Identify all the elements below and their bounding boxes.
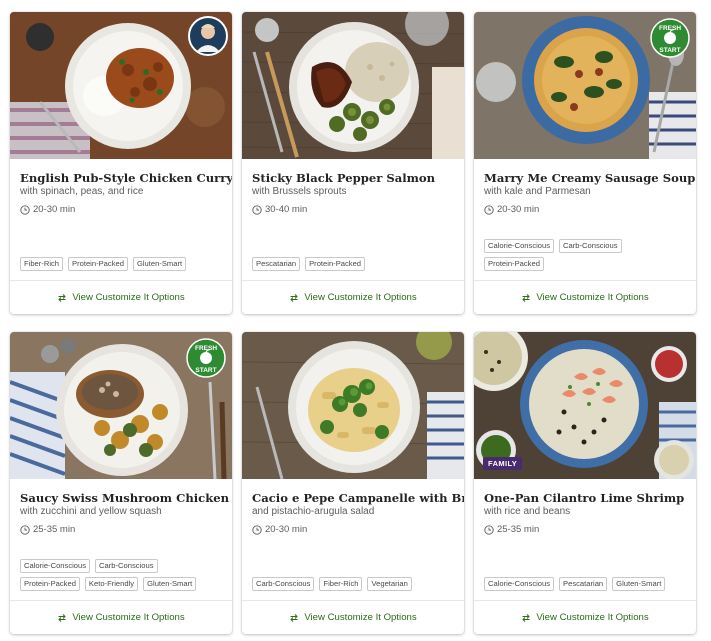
fresh-start-badge: FRESH START xyxy=(186,338,226,378)
customize-options-label: View Customize It Options xyxy=(72,292,185,303)
recipe-title[interactable]: One-Pan Cilantro Lime Shrimp xyxy=(484,491,686,505)
tag: Pescatarian xyxy=(559,577,608,591)
tag: Gluten-Smart xyxy=(143,577,197,591)
fresh-start-badge: FRESH START xyxy=(650,18,690,58)
prep-time-label: 25-35 min xyxy=(497,524,540,535)
prep-time: 25-35 min xyxy=(484,524,686,535)
tag-list: Calorie-Conscious Carb-Conscious Protein… xyxy=(20,559,222,600)
tag: Calorie-Conscious xyxy=(484,239,555,253)
customize-options-label: View Customize It Options xyxy=(536,292,649,303)
swap-arrows-icon xyxy=(58,613,67,622)
clock-icon xyxy=(252,204,262,215)
recipe-title[interactable]: English Pub-Style Chicken Curry xyxy=(20,171,232,185)
recipe-card[interactable]: English Pub-Style Chicken Curry with spi… xyxy=(10,12,232,314)
fresh-badge-text-bottom: START xyxy=(195,367,216,374)
recipe-subtitle: and pistachio-arugula salad xyxy=(252,506,375,517)
swap-arrows-icon xyxy=(290,293,299,302)
customize-options-link[interactable]: View Customize It Options xyxy=(242,280,464,314)
tag: Pescatarian xyxy=(252,257,301,271)
recipe-title[interactable]: Sticky Black Pepper Salmon xyxy=(252,171,454,185)
tag: Protein-Packed xyxy=(68,257,128,271)
recipe-photo[interactable]: FRESH START xyxy=(10,332,232,479)
tag: Fiber-Rich xyxy=(319,577,363,591)
customize-options-link[interactable]: View Customize It Options xyxy=(10,280,232,314)
tag: Protein-Packed xyxy=(484,257,544,271)
clock-icon xyxy=(484,524,494,535)
recipe-photo[interactable]: FRESH START xyxy=(474,12,696,159)
recipe-title[interactable]: Cacio e Pepe Campanelle with Broccoli xyxy=(252,491,464,505)
tag: Calorie-Conscious xyxy=(484,577,555,591)
recipe-photo[interactable] xyxy=(242,332,464,479)
tag-list: Fiber-Rich Protein-Packed Gluten-Smart xyxy=(20,257,222,280)
customize-options-label: View Customize It Options xyxy=(304,292,417,303)
tag: Keto-Friendly xyxy=(84,577,139,591)
clock-icon xyxy=(20,204,30,215)
recipe-photo[interactable]: FAMILY xyxy=(474,332,696,479)
fresh-badge-text-top: FRESH xyxy=(659,25,681,32)
recipe-photo[interactable] xyxy=(10,12,232,159)
recipe-card[interactable]: FRESH START Marry Me Creamy Sausage Soup… xyxy=(474,12,696,314)
tag-list: Calorie-Conscious Carb-Conscious Protein… xyxy=(484,239,686,280)
prep-time-label: 20-30 min xyxy=(33,204,76,215)
recipe-subtitle: with rice and beans xyxy=(484,506,571,517)
customize-options-link[interactable]: View Customize It Options xyxy=(474,600,696,634)
prep-time: 30-40 min xyxy=(252,204,454,215)
recipe-grid: English Pub-Style Chicken Curry with spi… xyxy=(0,0,711,641)
recipe-photo[interactable] xyxy=(242,12,464,159)
customize-options-link[interactable]: View Customize It Options xyxy=(242,600,464,634)
recipe-card[interactable]: Sticky Black Pepper Salmon with Brussels… xyxy=(242,12,464,314)
prep-time-label: 20-30 min xyxy=(497,204,540,215)
fresh-badge-text-top: FRESH xyxy=(195,345,217,352)
family-badge: FAMILY xyxy=(483,457,523,470)
recipe-subtitle: with Brussels sprouts xyxy=(252,186,347,197)
recipe-card[interactable]: Cacio e Pepe Campanelle with Broccoli an… xyxy=(242,332,464,634)
recipe-title[interactable]: Marry Me Creamy Sausage Soup xyxy=(484,171,695,185)
customize-options-label: View Customize It Options xyxy=(72,612,185,623)
swap-arrows-icon xyxy=(522,293,531,302)
clock-icon xyxy=(252,524,262,535)
recipe-card[interactable]: FAMILY One-Pan Cilantro Lime Shrimp with… xyxy=(474,332,696,634)
tag: Carb-Conscious xyxy=(559,239,622,253)
recipe-subtitle: with spinach, peas, and rice xyxy=(20,186,144,197)
prep-time-label: 30-40 min xyxy=(265,204,308,215)
recipe-title[interactable]: Saucy Swiss Mushroom Chicken xyxy=(20,491,229,505)
clock-icon xyxy=(20,524,30,535)
recipe-subtitle: with zucchini and yellow squash xyxy=(20,506,162,517)
prep-time-label: 25-35 min xyxy=(33,524,76,535)
prep-time: 25-35 min xyxy=(20,524,222,535)
tag: Protein-Packed xyxy=(20,577,80,591)
tag: Gluten-Smart xyxy=(132,257,187,271)
clock-icon xyxy=(484,204,494,215)
tag: Fiber-Rich xyxy=(20,257,64,271)
swap-arrows-icon xyxy=(522,613,531,622)
swap-arrows-icon xyxy=(290,613,299,622)
recipe-card[interactable]: FRESH START Saucy Swiss Mushroom Chicken… xyxy=(10,332,232,634)
customize-options-link[interactable]: View Customize It Options xyxy=(474,280,696,314)
chef-avatar xyxy=(188,16,228,56)
tag: Carb-Conscious xyxy=(95,559,158,573)
tag: Carb-Conscious xyxy=(252,577,315,591)
prep-time: 20-30 min xyxy=(484,204,686,215)
customize-options-link[interactable]: View Customize It Options xyxy=(10,600,232,634)
fresh-badge-text-bottom: START xyxy=(659,47,680,54)
tag-list: Calorie-Conscious Pescatarian Gluten-Sma… xyxy=(484,577,686,600)
swap-arrows-icon xyxy=(58,293,67,302)
customize-options-label: View Customize It Options xyxy=(536,612,649,623)
prep-time: 20-30 min xyxy=(20,204,222,215)
tag-list: Pescatarian Protein-Packed xyxy=(252,257,454,280)
recipe-subtitle: with kale and Parmesan xyxy=(484,186,591,197)
tag-list: Carb-Conscious Fiber-Rich Vegetarian xyxy=(252,577,454,600)
tag: Calorie-Conscious xyxy=(20,559,91,573)
tag: Protein-Packed xyxy=(305,257,366,271)
customize-options-label: View Customize It Options xyxy=(304,612,417,623)
prep-time-label: 20-30 min xyxy=(265,524,308,535)
prep-time: 20-30 min xyxy=(252,524,454,535)
tag: Vegetarian xyxy=(367,577,412,591)
tag: Gluten-Smart xyxy=(612,577,666,591)
